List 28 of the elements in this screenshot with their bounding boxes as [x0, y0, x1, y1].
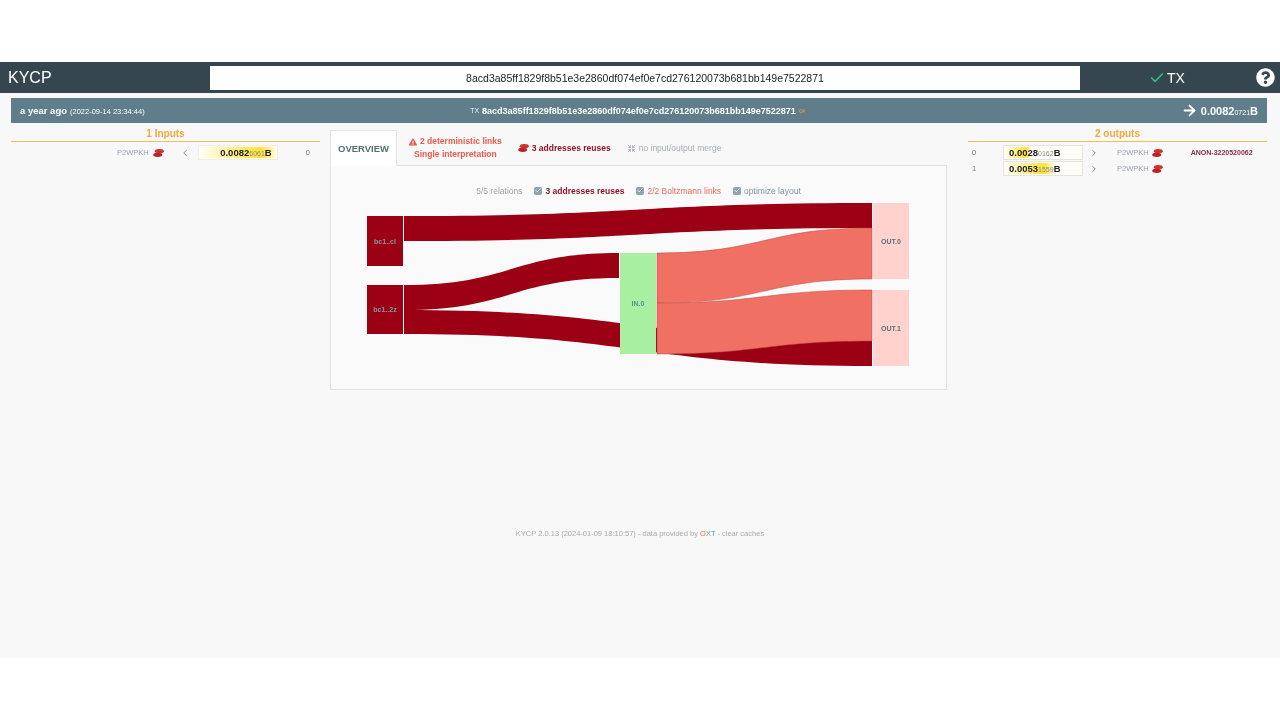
tab[interactable]: 2 deterministic links Single interpretation [405, 130, 506, 166]
search-field[interactable]: 8acd3a85ff1829f8b51e3e2860df074ef0e7cd276120073b681bb149e7522871 [210, 65, 1080, 90]
help-icon[interactable] [1255, 68, 1275, 87]
checkbox[interactable] [534, 186, 543, 195]
indicator-icon [798, 107, 808, 114]
coins-icon [152, 148, 164, 157]
arrows-icon [626, 143, 636, 153]
coins-icon [1151, 164, 1163, 173]
coins-icon [1151, 148, 1163, 157]
checkbox[interactable] [733, 186, 742, 195]
checkbox[interactable] [636, 186, 645, 195]
coins-icon [517, 144, 529, 152]
option-label: 3 addresses reuses [545, 185, 625, 196]
relations-summary: 5/5 relations [476, 185, 523, 196]
app-title: KYCP [7, 68, 53, 87]
outputs-title: 2 outputs [968, 127, 1267, 142]
option-label: 2/2 Boltzmann links [647, 185, 722, 196]
chevron-right-icon[interactable] [1089, 163, 1099, 174]
tab[interactable]: OVERVIEW [330, 130, 398, 166]
tab[interactable]: no input/output merge [622, 130, 726, 166]
tx-age: a year ago [20, 105, 67, 116]
mode-label: TX [1167, 69, 1185, 86]
warning-icon [409, 137, 418, 146]
inputs-title: 1 Inputs [11, 127, 320, 142]
tab[interactable]: 3 addresses reuses [513, 130, 615, 166]
chevron-right-icon[interactable] [1089, 147, 1099, 158]
tx-hash: 8acd3a85ff1829f8b51e3e2860df074ef0e7cd276120073b681bb149e7522871 [482, 105, 796, 116]
option-label: optimize layout [744, 185, 801, 196]
